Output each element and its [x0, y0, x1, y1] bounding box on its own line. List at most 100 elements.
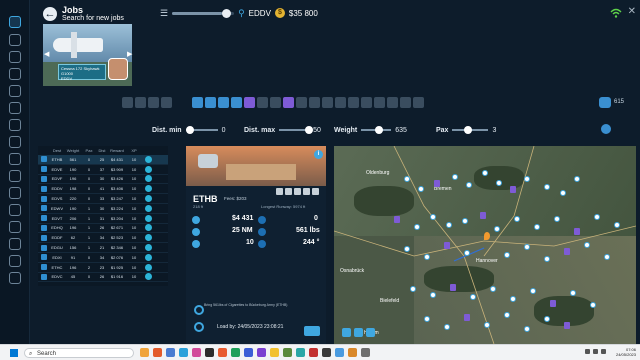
table-row[interactable]: ETHC 196 2 23 $1 925 10: [38, 263, 168, 273]
job-marker-icon[interactable]: [496, 180, 502, 186]
category-car-icon[interactable]: [296, 97, 307, 108]
category-sofa-icon[interactable]: [257, 97, 268, 108]
row-checkbox[interactable]: [38, 156, 50, 163]
job-marker-pax-icon[interactable]: [510, 186, 516, 193]
app-icon-14[interactable]: [309, 348, 318, 357]
job-marker-icon[interactable]: [414, 224, 420, 230]
app-icon-1[interactable]: [140, 348, 149, 357]
job-marker-icon[interactable]: [462, 218, 468, 224]
dist-max-slider[interactable]: [279, 126, 314, 134]
job-marker-icon[interactable]: [482, 170, 488, 176]
job-marker-icon[interactable]: [604, 254, 610, 260]
current-airport[interactable]: EDDV: [249, 9, 271, 18]
exit-icon[interactable]: [9, 272, 21, 284]
category-medical-icon[interactable]: [309, 97, 320, 108]
job-marker-icon[interactable]: [524, 244, 530, 250]
job-marker-icon[interactable]: [524, 326, 530, 332]
app-icon-15[interactable]: [322, 348, 331, 357]
carousel-next-icon[interactable]: ▶: [127, 50, 132, 58]
job-marker-icon[interactable]: [484, 322, 490, 328]
jobs-icon[interactable]: [9, 119, 21, 131]
job-marker-icon[interactable]: [404, 246, 410, 252]
row-action[interactable]: [142, 244, 154, 252]
header-dest[interactable]: Dest: [50, 148, 64, 153]
category-phone-icon[interactable]: [231, 97, 242, 108]
category-drink-icon[interactable]: [270, 97, 281, 108]
job-marker-icon[interactable]: [584, 242, 590, 248]
job-marker-pax-icon[interactable]: [394, 216, 400, 223]
job-marker-icon[interactable]: [430, 292, 436, 298]
header-xp[interactable]: XP: [126, 148, 142, 153]
job-marker-icon[interactable]: [490, 286, 496, 292]
row-action[interactable]: [142, 214, 154, 222]
settings-icon[interactable]: [9, 238, 21, 250]
row-checkbox[interactable]: [38, 273, 50, 280]
job-marker-icon[interactable]: [446, 222, 452, 228]
row-checkbox[interactable]: [38, 215, 50, 222]
back-button[interactable]: ←: [43, 7, 57, 21]
weight-slider[interactable]: [361, 126, 392, 134]
job-marker-pax-icon[interactable]: [434, 180, 440, 187]
app-icon-8[interactable]: [231, 348, 240, 357]
pax-slider[interactable]: [452, 126, 489, 134]
bank-icon[interactable]: [9, 187, 21, 199]
category-camera-icon[interactable]: [218, 97, 229, 108]
job-marker-pax-icon[interactable]: [574, 228, 580, 235]
cart-icon[interactable]: [9, 255, 21, 267]
job-marker-icon[interactable]: [430, 214, 436, 220]
job-marker-icon[interactable]: [464, 250, 470, 256]
row-checkbox[interactable]: [38, 185, 50, 192]
airport-range-slider[interactable]: [172, 8, 235, 18]
row-action[interactable]: [142, 185, 154, 193]
table-row[interactable]: EDVC 45 0 26 $1 916 10: [38, 273, 168, 283]
job-marker-icon[interactable]: [424, 254, 430, 260]
job-marker-icon[interactable]: [590, 302, 596, 308]
category-food-icon[interactable]: [348, 97, 359, 108]
carousel-prev-icon[interactable]: ◀: [44, 50, 49, 58]
accept-job-button[interactable]: [304, 326, 320, 336]
battery-icon[interactable]: [601, 349, 606, 354]
category-building-icon[interactable]: [361, 97, 372, 108]
app-icon-9[interactable]: [244, 348, 253, 357]
app-icon-16[interactable]: [335, 348, 344, 357]
plane-icon[interactable]: [9, 51, 21, 63]
row-action[interactable]: [142, 253, 154, 261]
map-route-icon[interactable]: [354, 328, 363, 337]
job-marker-icon[interactable]: [444, 324, 450, 330]
app-icon-11[interactable]: [270, 348, 279, 357]
job-marker-pax-icon[interactable]: [450, 284, 456, 291]
table-row[interactable]: EDDV 198 0 41 $3 406 10: [38, 184, 168, 195]
category-parcel-icon[interactable]: [122, 97, 133, 108]
category-people-icon[interactable]: [283, 97, 294, 108]
dist-min-slider[interactable]: [185, 126, 218, 134]
selected-airport-pin-icon[interactable]: [484, 232, 490, 240]
row-action[interactable]: [142, 195, 154, 203]
windows-start-icon[interactable]: [10, 349, 18, 357]
job-marker-icon[interactable]: [410, 286, 416, 292]
row-checkbox[interactable]: [38, 234, 50, 241]
chart-icon[interactable]: [9, 153, 21, 165]
row-checkbox[interactable]: [38, 166, 50, 173]
app-icon-3[interactable]: [166, 348, 175, 357]
row-action[interactable]: [142, 155, 154, 163]
category-lock-icon[interactable]: [413, 97, 424, 108]
fleet-icon[interactable]: [9, 68, 21, 80]
row-checkbox[interactable]: [38, 244, 50, 251]
job-marker-icon[interactable]: [530, 288, 536, 294]
job-marker-icon[interactable]: [570, 290, 576, 296]
job-marker-icon[interactable]: [524, 176, 530, 182]
filter-count-icon[interactable]: [599, 97, 611, 108]
network-icon[interactable]: [585, 349, 590, 354]
row-checkbox[interactable]: [38, 175, 50, 182]
table-row[interactable]: EDXI 91 0 34 $2 076 10: [38, 253, 168, 263]
app-icon-10[interactable]: [257, 348, 266, 357]
table-row[interactable]: EDVS 220 0 33 $3 247 10: [38, 194, 168, 204]
row-action[interactable]: [142, 175, 154, 183]
job-marker-icon[interactable]: [466, 182, 472, 188]
map-icon[interactable]: [9, 102, 21, 114]
job-marker-pax-icon[interactable]: [480, 212, 486, 219]
row-checkbox[interactable]: [38, 264, 50, 271]
app-icon-2[interactable]: [153, 348, 162, 357]
wallet-icon[interactable]: [9, 170, 21, 182]
table-row[interactable]: EDVF 196 0 30 $3 426 10: [38, 175, 168, 185]
